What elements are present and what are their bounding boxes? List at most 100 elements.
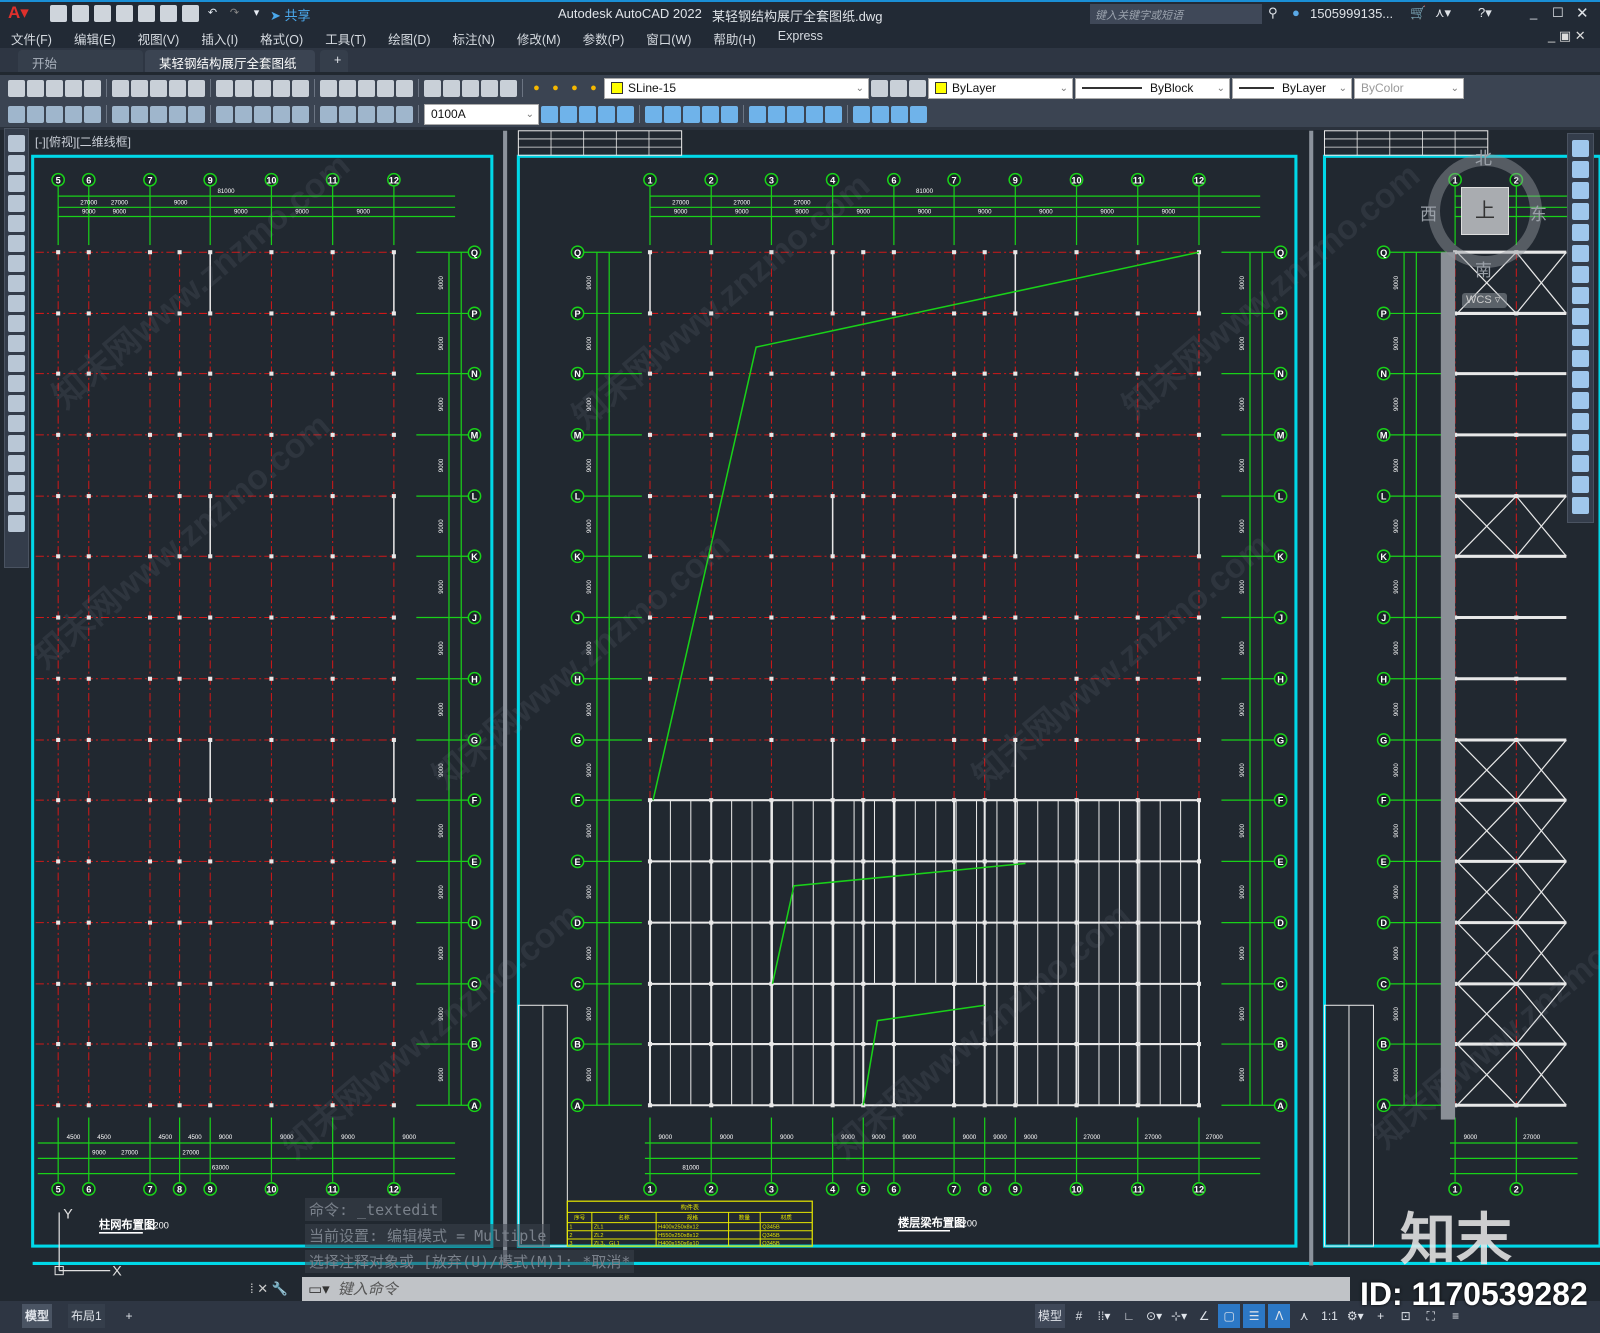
copy-icon[interactable]: [169, 79, 186, 97]
plot-icon[interactable]: [112, 79, 129, 97]
circle-icon[interactable]: [8, 255, 25, 272]
new-tab-button[interactable]: +: [320, 50, 348, 72]
clean-icon[interactable]: [891, 105, 908, 123]
menu-item[interactable]: 窗口(W): [635, 26, 702, 48]
scale-icon[interactable]: [1572, 287, 1589, 304]
make-block-icon[interactable]: [8, 375, 25, 392]
continue-icon[interactable]: [273, 105, 290, 123]
wcs-menu[interactable]: WCS ▿: [1462, 293, 1507, 308]
calculator-icon[interactable]: [481, 79, 498, 97]
spline-icon[interactable]: [8, 295, 25, 312]
table-icon[interactable]: [8, 475, 25, 492]
markup-icon[interactable]: [462, 79, 479, 97]
brush-icon[interactable]: [235, 79, 252, 97]
command-close-customize-icons[interactable]: ⁞ ✕ 🔧: [250, 1281, 302, 1297]
recent-commands-icon[interactable]: ▭▾: [308, 1280, 330, 1298]
annotation-visibility-icon[interactable]: ⴷ: [1268, 1304, 1291, 1328]
revision-cloud-icon[interactable]: [8, 275, 25, 292]
point-icon[interactable]: [8, 395, 25, 412]
match-icon[interactable]: [216, 79, 233, 97]
preview-icon[interactable]: [84, 79, 101, 97]
rotate-icon[interactable]: [1572, 266, 1589, 283]
cut-icon[interactable]: [150, 79, 167, 97]
model-space-button[interactable]: 模型: [1035, 1304, 1066, 1328]
dim-jogged-icon[interactable]: [169, 105, 186, 123]
blend-icon[interactable]: [1572, 476, 1589, 493]
dim-diameter-icon[interactable]: [188, 105, 205, 123]
make-current-icon[interactable]: [871, 79, 888, 97]
array-icon[interactable]: [1572, 224, 1589, 241]
dim-linear-icon[interactable]: [65, 105, 82, 123]
fillet-icon[interactable]: [1572, 455, 1589, 472]
loft-icon[interactable]: [749, 105, 766, 123]
tolerance-icon[interactable]: [339, 105, 356, 123]
menu-item[interactable]: 帮助(H): [702, 26, 766, 48]
dim-edit-icon[interactable]: [541, 105, 558, 123]
quick-dim-icon[interactable]: [235, 105, 252, 123]
isodraft-icon[interactable]: ⊹▾: [1168, 1304, 1190, 1328]
compass-west[interactable]: 西: [1420, 200, 1437, 225]
customize-icon[interactable]: ▾: [248, 5, 265, 22]
move-icon[interactable]: [1572, 245, 1589, 262]
user-account[interactable]: 1505999135...: [1310, 6, 1393, 21]
menu-item[interactable]: 编辑(E): [63, 26, 127, 48]
auto-scale-icon[interactable]: ⋏: [1293, 1304, 1315, 1328]
join-icon[interactable]: [1572, 413, 1589, 430]
zoom-prev-icon[interactable]: [358, 79, 375, 97]
print-icon[interactable]: [65, 79, 82, 97]
baseline-icon[interactable]: [254, 105, 271, 123]
ellipse-icon[interactable]: [8, 315, 25, 332]
rectangle-icon[interactable]: [8, 215, 25, 232]
text-edit-icon[interactable]: [8, 105, 25, 123]
mirror-icon[interactable]: [1572, 182, 1589, 199]
new-icon[interactable]: [50, 5, 67, 22]
add-layout-button[interactable]: +: [118, 1304, 140, 1328]
tab-drawing[interactable]: 某轻钢结构展厅全套图纸* ✕: [145, 50, 315, 87]
revolve-icon[interactable]: [702, 105, 719, 123]
ortho-icon[interactable]: ∟: [1118, 1304, 1140, 1328]
break-point-icon[interactable]: [1572, 371, 1589, 388]
properties-icon[interactable]: [377, 79, 394, 97]
polyline-icon[interactable]: [8, 175, 25, 192]
undo-icon[interactable]: ↶: [204, 5, 221, 22]
drawing-canvas[interactable]: 5 6 7 9 10 11 128100027000 27000 90009000 9000 900…: [0, 0, 1600, 1333]
autodesk-app-icon[interactable]: ⋏▾: [1435, 5, 1451, 21]
dim-ordinate-icon[interactable]: [131, 105, 148, 123]
dim-space-icon[interactable]: [292, 105, 309, 123]
help-icon[interactable]: [500, 79, 517, 97]
redo-icon[interactable]: ↷: [226, 5, 243, 22]
line-icon[interactable]: [8, 135, 25, 152]
osnap-icon[interactable]: ▢: [1218, 1304, 1241, 1328]
layout-tab-model[interactable]: 模型: [22, 1304, 53, 1328]
intersect-icon[interactable]: [664, 105, 681, 123]
paste-icon[interactable]: [188, 79, 205, 97]
inspect-icon[interactable]: [377, 105, 394, 123]
dim-aligned-icon[interactable]: [84, 105, 101, 123]
snap-icon[interactable]: ⁞⁞▾: [1093, 1304, 1115, 1328]
open-icon[interactable]: [27, 79, 44, 97]
layout-tab-layout1[interactable]: 布局1: [68, 1304, 105, 1328]
check-icon[interactable]: [27, 105, 44, 123]
chamfer-icon[interactable]: [1572, 434, 1589, 451]
close-button[interactable]: ✕: [1576, 4, 1589, 22]
layer-previous-icon[interactable]: [890, 79, 907, 97]
thicken-icon[interactable]: [825, 105, 842, 123]
otrack-icon[interactable]: ∠: [1193, 1304, 1215, 1328]
maximize-button[interactable]: ☐: [1552, 5, 1564, 21]
layer-lock-icon[interactable]: ●: [585, 80, 602, 97]
mtext-icon[interactable]: [8, 495, 25, 512]
publish-icon[interactable]: [131, 79, 148, 97]
layer-on-icon[interactable]: ●: [528, 80, 545, 97]
explode-icon[interactable]: [1572, 497, 1589, 514]
command-input[interactable]: ▭▾ 键入命令: [302, 1276, 1350, 1301]
hatch-icon[interactable]: [8, 415, 25, 432]
menu-item[interactable]: 文件(F): [0, 26, 63, 48]
compass-north[interactable]: 北: [1475, 144, 1492, 169]
copy-icon[interactable]: [1572, 161, 1589, 178]
lineweight-icon[interactable]: ☰: [1243, 1304, 1266, 1328]
break-icon[interactable]: [1572, 392, 1589, 409]
plotstyle-dropdown[interactable]: ByColor ⌄: [1354, 77, 1464, 99]
region-icon[interactable]: [8, 455, 25, 472]
menu-item[interactable]: 标注(N): [442, 26, 506, 48]
document-window-controls[interactable]: _ ▣ ✕: [1548, 28, 1586, 44]
